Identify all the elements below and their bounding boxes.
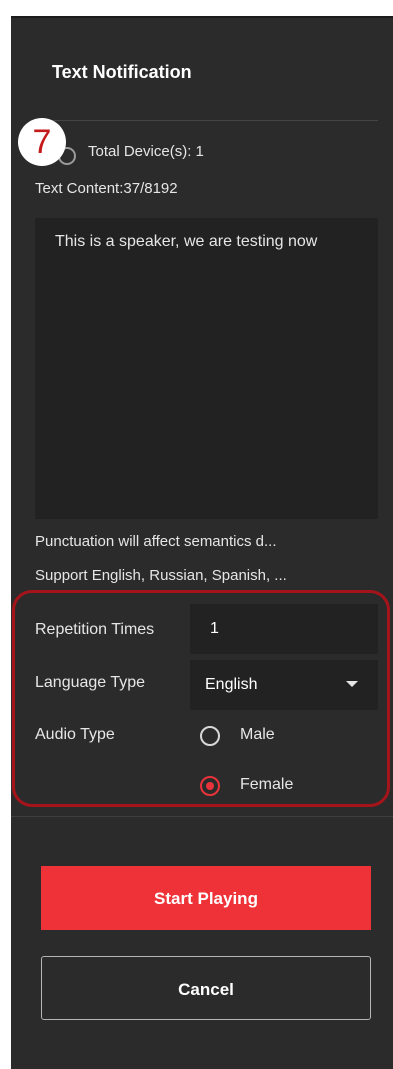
audio-male-radio[interactable] [200,726,220,746]
audio-female-label[interactable]: Female [240,776,293,794]
title-divider [30,120,378,121]
cancel-button[interactable]: Cancel [41,956,371,1020]
text-content-input[interactable]: This is a speaker, we are testing now [35,218,378,519]
radio-on-icon [206,782,214,790]
step-badge: 7 [18,118,66,166]
text-content-label: Text Content:37/8192 [35,180,178,197]
chevron-down-icon [346,681,358,687]
repetition-times-label: Repetition Times [35,621,155,638]
audio-male-label[interactable]: Male [240,726,275,744]
repetition-times-input[interactable] [190,604,378,654]
actions-divider [11,816,393,817]
language-type-label: Language Type [35,674,146,691]
start-playing-button[interactable]: Start Playing [41,866,371,930]
language-type-value: English [205,676,258,693]
language-support-hint: Support English, Russian, Spanish, ... [35,567,287,584]
panel-title: Text Notification [52,62,192,82]
audio-type-label: Audio Type [35,726,115,743]
punctuation-hint: Punctuation will affect semantics d... [35,533,277,550]
language-type-select[interactable]: English [190,660,378,710]
audio-female-radio[interactable] [200,776,220,796]
total-devices-text: Total Device(s): 1 [88,143,204,160]
